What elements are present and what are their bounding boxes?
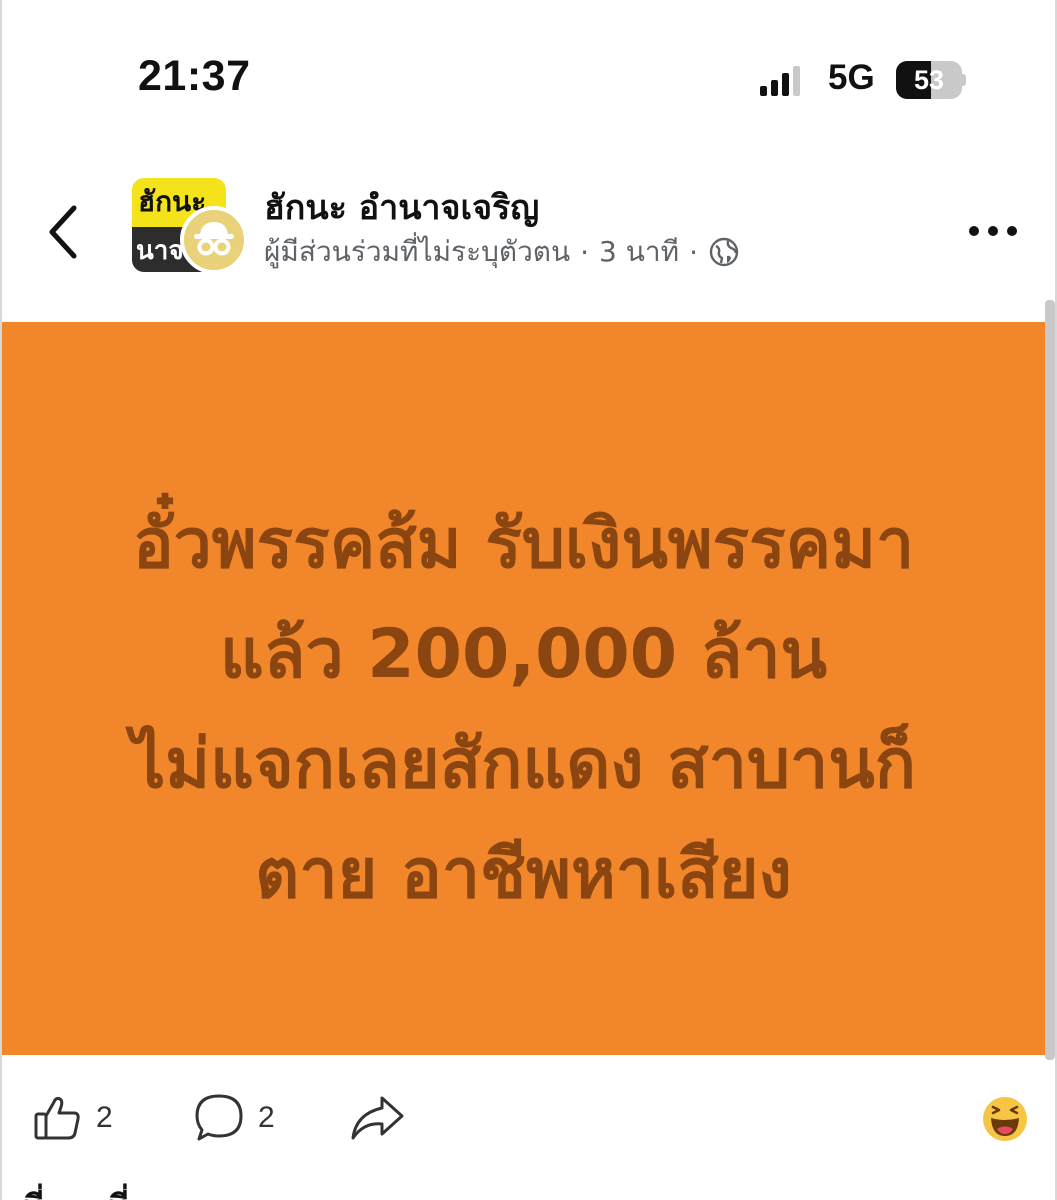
group-logo-text-2: นาจ: [136, 236, 184, 266]
battery-percent: 53: [913, 65, 945, 95]
comment-count: 2: [258, 1101, 275, 1134]
emoji-haha-icon[interactable]: [982, 1096, 1028, 1142]
status-time: 21:37: [138, 52, 251, 100]
group-name[interactable]: ฮักนะ อำนาจเจริญ: [264, 180, 539, 234]
network-type: 5G: [828, 58, 875, 97]
phone-screen: 21:37 5G 53 ฮักนะ นาจ ฮักนะ อำนาจเจริญ ผ…: [0, 0, 1057, 1200]
like-count: 2: [96, 1101, 113, 1134]
thumbs-up-icon: [34, 1096, 80, 1140]
anonymous-icon: [180, 206, 248, 274]
post-line: แล้ว 200,000 ล้าน: [219, 615, 828, 694]
author-label: ผู้มีส่วนร่วมที่ไม่ระบุตัวตน: [264, 235, 571, 268]
post-content-card[interactable]: อั๋วพรรคส้ม รับเงินพรรคมา แล้ว 200,000 ล…: [2, 322, 1045, 1055]
more-dots-icon[interactable]: [964, 214, 1022, 248]
post-meta: ผู้มีส่วนร่วมที่ไม่ระบุตัวตน · 3 นาที ·: [264, 230, 740, 274]
separator-dot: ·: [689, 235, 698, 269]
battery-icon: 53: [896, 61, 966, 99]
post-time[interactable]: 3 นาที: [599, 230, 679, 274]
scrollbar[interactable]: [1045, 300, 1055, 1060]
share-icon: [351, 1096, 404, 1140]
post-line: อั๋วพรรคส้ม รับเงินพรรคมา: [132, 505, 915, 584]
signal-strength-icon: [760, 66, 800, 96]
comment-button[interactable]: 2: [192, 1090, 275, 1146]
globe-icon: [709, 237, 739, 267]
post-body-text: อั๋วพรรคส้ม รับเงินพรรคมา แล้ว 200,000 ล…: [2, 490, 1045, 930]
next-comment-text-partial: ที่ ... ที่: [22, 1180, 129, 1200]
post-line: ตาย อาชีพหาเสียง: [255, 835, 792, 914]
like-button[interactable]: 2: [32, 1090, 113, 1146]
separator-dot: ·: [580, 235, 590, 269]
comment-icon: [195, 1094, 243, 1141]
back-chevron-icon[interactable]: [38, 200, 88, 264]
share-button[interactable]: [348, 1090, 406, 1146]
post-line: ไม่แจกเลยสักแดง สาบานก็: [131, 725, 916, 804]
